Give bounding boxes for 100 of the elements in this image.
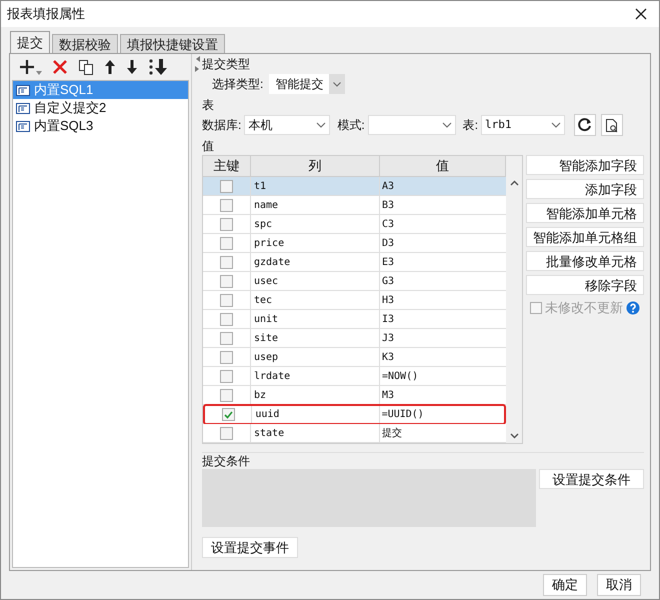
type-dropdown[interactable]: 智能提交: [269, 74, 346, 94]
dialog-button[interactable]: 取消: [597, 574, 641, 596]
section-heading: 值: [202, 138, 215, 154]
splitter-arrows-icon[interactable]: [194, 56, 200, 74]
refresh-button[interactable]: [574, 114, 596, 136]
table-cell-text: K3: [381, 350, 396, 364]
table-row[interactable]: usep K3: [203, 348, 506, 367]
side-button[interactable]: 智能添加单元格组: [526, 227, 644, 247]
section-heading: 提交条件: [202, 453, 251, 469]
table-row[interactable]: site J3: [203, 329, 506, 348]
checkbox[interactable]: [220, 350, 233, 364]
list-item[interactable]: 自定义提交2: [13, 99, 188, 117]
checkbox[interactable]: [220, 294, 233, 306]
side-button[interactable]: 移除字段: [526, 275, 644, 295]
checkbox[interactable]: [220, 256, 233, 268]
delete-icon[interactable]: [52, 59, 68, 75]
arrow-down-icon[interactable]: [126, 59, 138, 75]
checkbox[interactable]: [220, 332, 233, 344]
checkbox[interactable]: [222, 408, 235, 421]
table-row[interactable]: t1 A3: [203, 177, 506, 196]
table-row[interactable]: tec H3: [203, 291, 506, 310]
table-dropdown[interactable]: lrb1: [481, 115, 566, 135]
table-cell-text: M3: [381, 388, 396, 402]
scroll-up-icon[interactable]: [510, 180, 518, 186]
table-row[interactable]: state 提交: [203, 424, 506, 443]
side-button[interactable]: 智能添加单元格: [526, 203, 644, 223]
checkbox[interactable]: [220, 426, 233, 440]
checkbox[interactable]: [220, 180, 233, 192]
chevron-down-icon: [316, 122, 326, 128]
chevron-down-icon: [551, 122, 562, 128]
move-to-bottom-icon[interactable]: [148, 58, 168, 76]
tab[interactable]: 提交: [10, 31, 50, 53]
table-cell: site: [251, 329, 380, 347]
set-condition-button[interactable]: 设置提交条件: [539, 469, 644, 489]
table-row[interactable]: gzdate E3: [203, 253, 506, 272]
section-heading: 表: [202, 97, 215, 113]
scroll-down-icon[interactable]: [510, 433, 518, 439]
caret-icon[interactable]: [36, 70, 42, 76]
table-cell: unit: [251, 310, 380, 328]
close-icon[interactable]: [635, 8, 647, 20]
copy-icon[interactable]: [78, 59, 94, 75]
checkbox-label: 未修改不更新: [545, 299, 623, 318]
field-label: 模式:: [337, 117, 365, 134]
table-cell-text: G3: [381, 274, 396, 288]
table-row[interactable]: price D3: [203, 234, 506, 253]
side-button[interactable]: 智能添加字段: [526, 155, 644, 175]
table-icon: [15, 102, 31, 114]
table-cell-text: B3: [381, 198, 396, 212]
set-event-button[interactable]: 设置提交事件: [202, 537, 298, 558]
table-cell: tec: [251, 291, 380, 309]
table-cell: t1: [251, 177, 380, 195]
side-button[interactable]: 添加字段: [526, 179, 644, 199]
table-cell-text: A3: [381, 180, 396, 194]
add-icon[interactable]: [18, 58, 36, 76]
table-row[interactable]: name B3: [203, 196, 506, 215]
arrow-up-icon[interactable]: [104, 59, 116, 75]
table-row[interactable]: usec G3: [203, 272, 506, 291]
side-button[interactable]: 批量修改单元格: [526, 251, 644, 271]
table-cell: spc: [251, 215, 380, 233]
database-dropdown[interactable]: 本机: [244, 115, 330, 135]
table-icon: [15, 84, 31, 96]
window-title: 报表填报属性: [7, 5, 85, 24]
table-cell-text: E3: [381, 256, 396, 270]
preview-button[interactable]: [601, 114, 624, 136]
table-icon: [15, 120, 31, 132]
chevron-down-icon: [442, 122, 452, 128]
checkbox[interactable]: [220, 370, 233, 382]
refresh-icon: [578, 118, 592, 132]
column-header: 主键: [203, 156, 251, 176]
checkbox[interactable]: [220, 198, 233, 212]
help-icon[interactable]: [626, 301, 640, 315]
table-cell-text: =UUID(): [380, 408, 425, 422]
field-label: 数据库:: [202, 117, 242, 134]
dialog-button[interactable]: 确定: [543, 574, 587, 596]
tab[interactable]: 数据校验: [52, 34, 118, 53]
checkbox[interactable]: [220, 312, 233, 326]
table-cell: price: [251, 234, 380, 252]
checkbox[interactable]: [220, 388, 233, 402]
document-search-icon: [605, 118, 620, 132]
section-heading: 提交类型: [202, 56, 251, 72]
table-row[interactable]: unit I3: [203, 310, 506, 329]
table-row[interactable]: lrdate =NOW(): [203, 367, 506, 386]
checkbox[interactable]: [220, 236, 233, 250]
tab[interactable]: 填报快捷键设置: [120, 34, 225, 53]
table-cell-text: 提交: [381, 426, 403, 440]
table-cell-text: I3: [381, 312, 396, 326]
table-row[interactable]: uuid =UUID(): [203, 404, 506, 425]
table-cell-text: H3: [381, 294, 396, 308]
table-row[interactable]: spc C3: [203, 215, 506, 234]
column-header: 列: [251, 156, 380, 176]
table-cell-text: =NOW(): [381, 370, 420, 384]
table-row[interactable]: bz M3: [203, 386, 506, 405]
table-cell: gzdate: [251, 253, 380, 271]
list-item[interactable]: 内置SQL3: [13, 117, 188, 135]
field-label: 选择类型:: [212, 76, 264, 93]
table-cell: usec: [251, 272, 380, 290]
checkbox[interactable]: [220, 218, 233, 230]
table-cell-text: C3: [381, 218, 396, 232]
checkbox[interactable]: [220, 274, 233, 288]
field-label: 表:: [462, 117, 478, 134]
